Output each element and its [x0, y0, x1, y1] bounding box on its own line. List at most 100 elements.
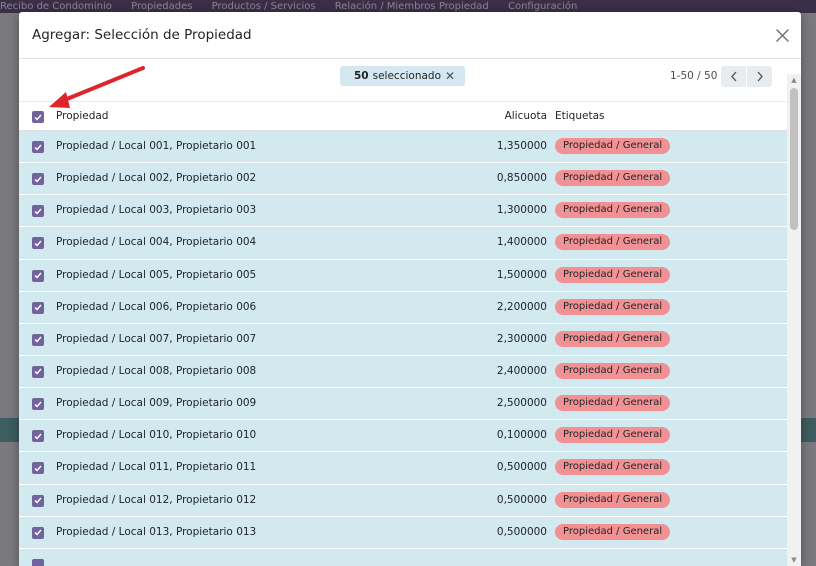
check-icon — [34, 240, 42, 247]
row-tag-badge: Propiedad / General — [555, 459, 671, 476]
selection-badge: 50 seleccionado ✕ — [340, 66, 465, 86]
check-icon — [34, 529, 42, 536]
check-icon — [34, 433, 42, 440]
row-property-name: Propiedad / Local 003, Propietario 003 — [56, 204, 257, 217]
row-property-name: Propiedad / Local 008, Propietario 008 — [56, 364, 257, 377]
row-property-name: Propiedad / Local 011, Propietario 011 — [56, 461, 257, 474]
table-row[interactable]: Propiedad / Local 004, Propietario 004 1,… — [19, 227, 787, 260]
table-body: Propiedad / Local 001, Propietario 001 1,… — [19, 131, 787, 566]
column-header-alicuota[interactable]: Alicuota — [505, 110, 547, 122]
row-property-name: Propiedad / Local 004, Propietario 004 — [56, 236, 257, 249]
row-tag-badge: Propiedad / General — [555, 491, 671, 508]
check-icon — [34, 176, 42, 183]
column-header-etiquetas[interactable]: Etiquetas — [555, 110, 604, 122]
row-alicuota: 0,850000 — [496, 172, 547, 185]
row-checkbox[interactable] — [32, 494, 44, 507]
row-checkbox[interactable] — [32, 333, 44, 346]
row-checkbox[interactable] — [32, 398, 44, 411]
dialog-header: Agregar: Selección de Propiedad — [19, 12, 801, 59]
check-icon — [34, 465, 42, 472]
clear-selection-icon[interactable]: ✕ — [445, 69, 455, 83]
row-alicuota: 2,200000 — [496, 300, 547, 313]
row-tag-badge: Propiedad / General — [555, 266, 671, 283]
pager-value[interactable]: 1-50 / 50 — [670, 70, 717, 82]
property-table: Propiedad Alicuota Etiquetas Propiedad /… — [19, 101, 787, 566]
row-checkbox[interactable] — [32, 173, 44, 186]
row-alicuota: 1,400000 — [496, 236, 547, 249]
row-checkbox[interactable] — [32, 462, 44, 475]
scroll-up-icon[interactable]: ▲ — [790, 76, 798, 84]
table-row[interactable]: Propiedad / Local 003, Propietario 003 1,… — [19, 195, 787, 228]
table-row[interactable]: Propiedad / Local 012, Propietario 012 0,… — [19, 484, 787, 517]
check-icon — [34, 336, 42, 343]
table-scrollbar[interactable]: ▲ ▼ — [787, 74, 801, 566]
table-row[interactable]: Propiedad / Local 013, Propietario 013 0,… — [19, 516, 787, 549]
row-alicuota: 0,500000 — [496, 493, 547, 506]
property-selection-dialog: Agregar: Selección de Propiedad 50 selec… — [19, 12, 801, 566]
scrollbar-thumb[interactable] — [790, 88, 798, 230]
row-alicuota: 2,300000 — [496, 332, 547, 345]
row-alicuota: 0,500000 — [496, 461, 547, 474]
chevron-right-icon — [757, 71, 763, 82]
row-tag-badge: Propiedad / General — [555, 234, 671, 251]
dialog-title: Agregar: Selección de Propiedad — [32, 27, 252, 43]
selection-label: seleccionado — [372, 70, 441, 82]
row-checkbox[interactable] — [32, 365, 44, 378]
table-row[interactable]: Propiedad / Local 006, Propietario 006 2,… — [19, 291, 787, 324]
row-alicuota: 2,500000 — [496, 397, 547, 410]
bg-nav-item: Configuración — [507, 1, 578, 12]
check-icon — [34, 497, 42, 504]
select-all-checkbox[interactable] — [32, 111, 44, 123]
row-checkbox[interactable] — [32, 430, 44, 443]
scroll-down-icon[interactable]: ▼ — [790, 556, 798, 564]
check-icon — [34, 114, 42, 121]
table-row[interactable]: Propiedad / Local 010, Propietario 010 0,… — [19, 420, 787, 453]
bg-nav-item: Propiedades — [131, 1, 193, 12]
table-row[interactable]: Propiedad / Local 005, Propietario 005 1,… — [19, 259, 787, 292]
table-row[interactable]: Propiedad / Local 001, Propietario 001 1,… — [19, 131, 787, 164]
table-row[interactable] — [19, 548, 787, 566]
pager-previous-button[interactable] — [721, 66, 746, 87]
check-icon — [34, 208, 42, 215]
table-row[interactable]: Propiedad / Local 002, Propietario 002 0,… — [19, 163, 787, 196]
row-checkbox[interactable] — [32, 237, 44, 250]
row-checkbox[interactable] — [32, 301, 44, 314]
table-row[interactable]: Propiedad / Local 009, Propietario 009 2,… — [19, 388, 787, 421]
bg-nav-item: Relación / Miembros Propiedad — [334, 1, 489, 12]
close-button[interactable] — [771, 24, 793, 46]
row-alicuota: 1,350000 — [496, 140, 547, 152]
selection-control-bar: 50 seleccionado ✕ 1-50 / 50 — [19, 59, 801, 101]
row-property-name: Propiedad / Local 001, Propietario 001 — [56, 140, 257, 152]
row-property-name: Propiedad / Local 006, Propietario 006 — [56, 300, 257, 313]
row-tag-badge: Propiedad / General — [555, 138, 671, 154]
pager-next-button[interactable] — [747, 66, 772, 87]
check-icon — [34, 144, 42, 151]
row-tag-badge: Propiedad / General — [555, 523, 671, 540]
selection-count: 50 — [354, 70, 369, 82]
row-alicuota: 0,500000 — [496, 525, 547, 538]
row-checkbox[interactable] — [32, 205, 44, 218]
row-property-name: Propiedad / Local 012, Propietario 012 — [56, 493, 257, 506]
row-checkbox[interactable] — [32, 269, 44, 282]
row-tag-badge: Propiedad / General — [555, 330, 671, 347]
check-icon — [34, 369, 42, 376]
table-row[interactable]: Propiedad / Local 011, Propietario 011 0,… — [19, 452, 787, 485]
row-tag-badge: Propiedad / General — [555, 395, 671, 412]
close-icon — [775, 28, 789, 42]
row-property-name: Propiedad / Local 002, Propietario 002 — [56, 172, 257, 185]
row-checkbox[interactable] — [32, 141, 44, 153]
row-property-name: Propiedad / Local 010, Propietario 010 — [56, 429, 257, 442]
row-property-name: Propiedad / Local 013, Propietario 013 — [56, 525, 257, 538]
row-alicuota: 0,100000 — [496, 429, 547, 442]
row-property-name: Propiedad / Local 009, Propietario 009 — [56, 397, 257, 410]
row-tag-badge: Propiedad / General — [555, 170, 671, 187]
row-tag-badge: Propiedad / General — [555, 202, 671, 219]
table-row[interactable]: Propiedad / Local 008, Propietario 008 2,… — [19, 355, 787, 389]
table-row[interactable]: Propiedad / Local 007, Propietario 007 2,… — [19, 323, 787, 356]
bg-nav-item: Recibo de Condominio — [0, 1, 112, 12]
check-icon — [34, 304, 42, 311]
column-header-propiedad[interactable]: Propiedad — [56, 110, 108, 122]
row-alicuota: 1,500000 — [496, 268, 547, 281]
row-checkbox[interactable] — [32, 558, 44, 566]
row-checkbox[interactable] — [32, 526, 44, 539]
